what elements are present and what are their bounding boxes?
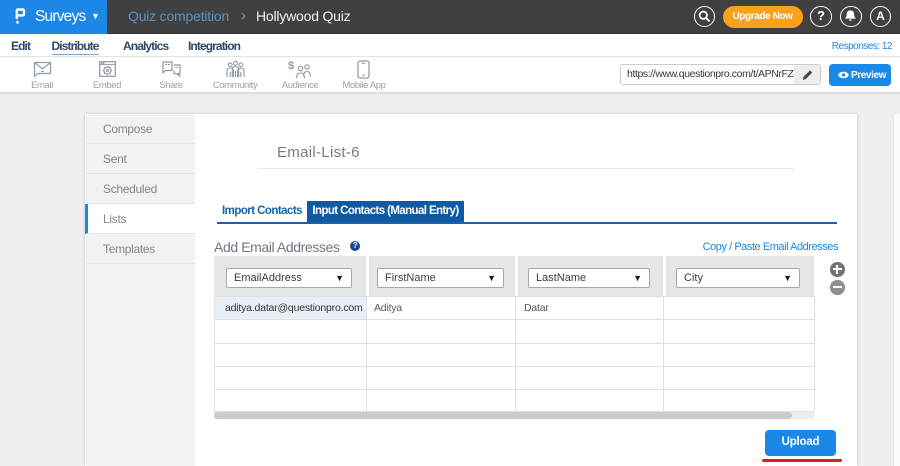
svg-text:$: $ [288, 60, 294, 72]
